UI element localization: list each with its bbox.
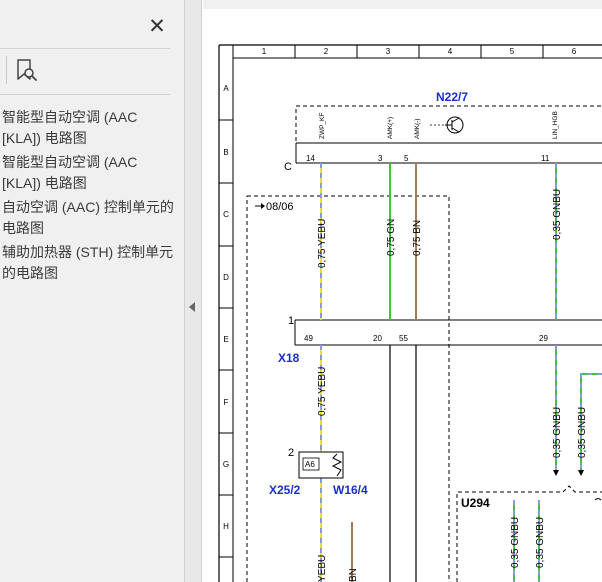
pin-number: 49	[304, 334, 313, 343]
bookmark-search-icon[interactable]	[14, 58, 38, 84]
wire-label: 0,35 GNBU	[577, 407, 588, 458]
pin-number: 11	[541, 154, 550, 163]
wire-label: 0,75 GN	[386, 219, 397, 256]
bookmark-item[interactable]: 辅助加热器 (STH) 控制单元的电路图	[2, 242, 178, 284]
bookmark-item[interactable]: 自动空调 (AAC) 控制单元的电路图	[2, 197, 178, 239]
column-label: 6	[572, 47, 577, 56]
bookmark-item[interactable]: 智能型自动空调 (AAC [KLA]) 电路图	[2, 152, 178, 194]
sidebar-collapse-handle[interactable]	[184, 0, 202, 582]
wiring-diagram-page: 1 2 3 4 5 6 A B C D E F G H N22/7 ZWP_KF…	[218, 44, 602, 582]
column-label: 5	[510, 47, 515, 56]
signal-label: AMK(+)	[387, 117, 394, 139]
sidebar-divider	[0, 48, 170, 49]
signal-label: LIN_HGB	[552, 111, 559, 139]
row-label: E	[223, 335, 228, 344]
row-label: D	[223, 273, 229, 282]
component-w16-4: W16/4	[333, 483, 368, 497]
row-label: G	[223, 460, 229, 469]
pin-number: 29	[539, 334, 548, 343]
row-label: F	[224, 398, 229, 407]
wire-label: 0,35 GNBU	[535, 517, 546, 568]
column-label: 1	[262, 47, 267, 56]
pin-number: 55	[399, 334, 408, 343]
signal-label: AMK(-)	[414, 118, 421, 139]
column-label: 3	[386, 47, 391, 56]
bookmark-list: 智能型自动空调 (AAC [KLA]) 电路图 智能型自动空调 (AAC [KL…	[2, 107, 178, 287]
wire-label: 0,35 GNBU	[552, 189, 563, 240]
wire-label: 0,75 YEBU	[317, 367, 328, 416]
sidebar-divider	[0, 94, 170, 95]
wire-label: BN	[348, 568, 359, 582]
bookmark-item[interactable]: 智能型自动空调 (AAC [KLA]) 电路图	[2, 107, 178, 149]
row-label: A	[223, 84, 229, 93]
bookmarks-sidebar: ✕ 智能型自动空调 (AAC [KLA]) 电路图 智能型自动空调 (AAC […	[0, 0, 184, 582]
pin-label-a6: A6	[305, 460, 315, 469]
column-label: 4	[448, 47, 453, 56]
signal-label: ZWP_KF	[319, 113, 326, 139]
wire-label: 0,75 BN	[412, 220, 423, 256]
wire-label: 0,35 GNBU	[552, 407, 563, 458]
pin-number: 14	[306, 154, 315, 163]
row-label: C	[223, 210, 229, 219]
chevron-left-icon	[189, 302, 195, 312]
close-icon[interactable]: ✕	[146, 16, 168, 38]
wire-label: 0,75 YEBU	[317, 219, 328, 268]
pin-number: 3	[378, 154, 383, 163]
component-x25-2: X25/2	[269, 483, 301, 497]
reference-label: 08/06	[266, 201, 294, 213]
connector-label: C	[284, 161, 292, 173]
document-viewer[interactable]: 1 2 3 4 5 6 A B C D E F G H N22/7 ZWP_KF…	[203, 0, 602, 582]
pin-number: 5	[404, 154, 409, 163]
component-x18: X18	[278, 351, 300, 365]
row-label: H	[223, 522, 229, 531]
component-n22-7: N22/7	[436, 90, 468, 104]
component-u294: U294	[461, 496, 490, 510]
row-label: B	[223, 148, 228, 157]
column-label: 2	[324, 47, 329, 56]
connector-pin-label: 2	[288, 447, 294, 459]
wire-label: YEBU	[317, 555, 328, 582]
toolbar-divider	[6, 56, 7, 84]
wire-label: 0,35 GNBU	[510, 517, 521, 568]
connector-pin-label: 1	[288, 315, 294, 327]
pin-number: 20	[373, 334, 382, 343]
